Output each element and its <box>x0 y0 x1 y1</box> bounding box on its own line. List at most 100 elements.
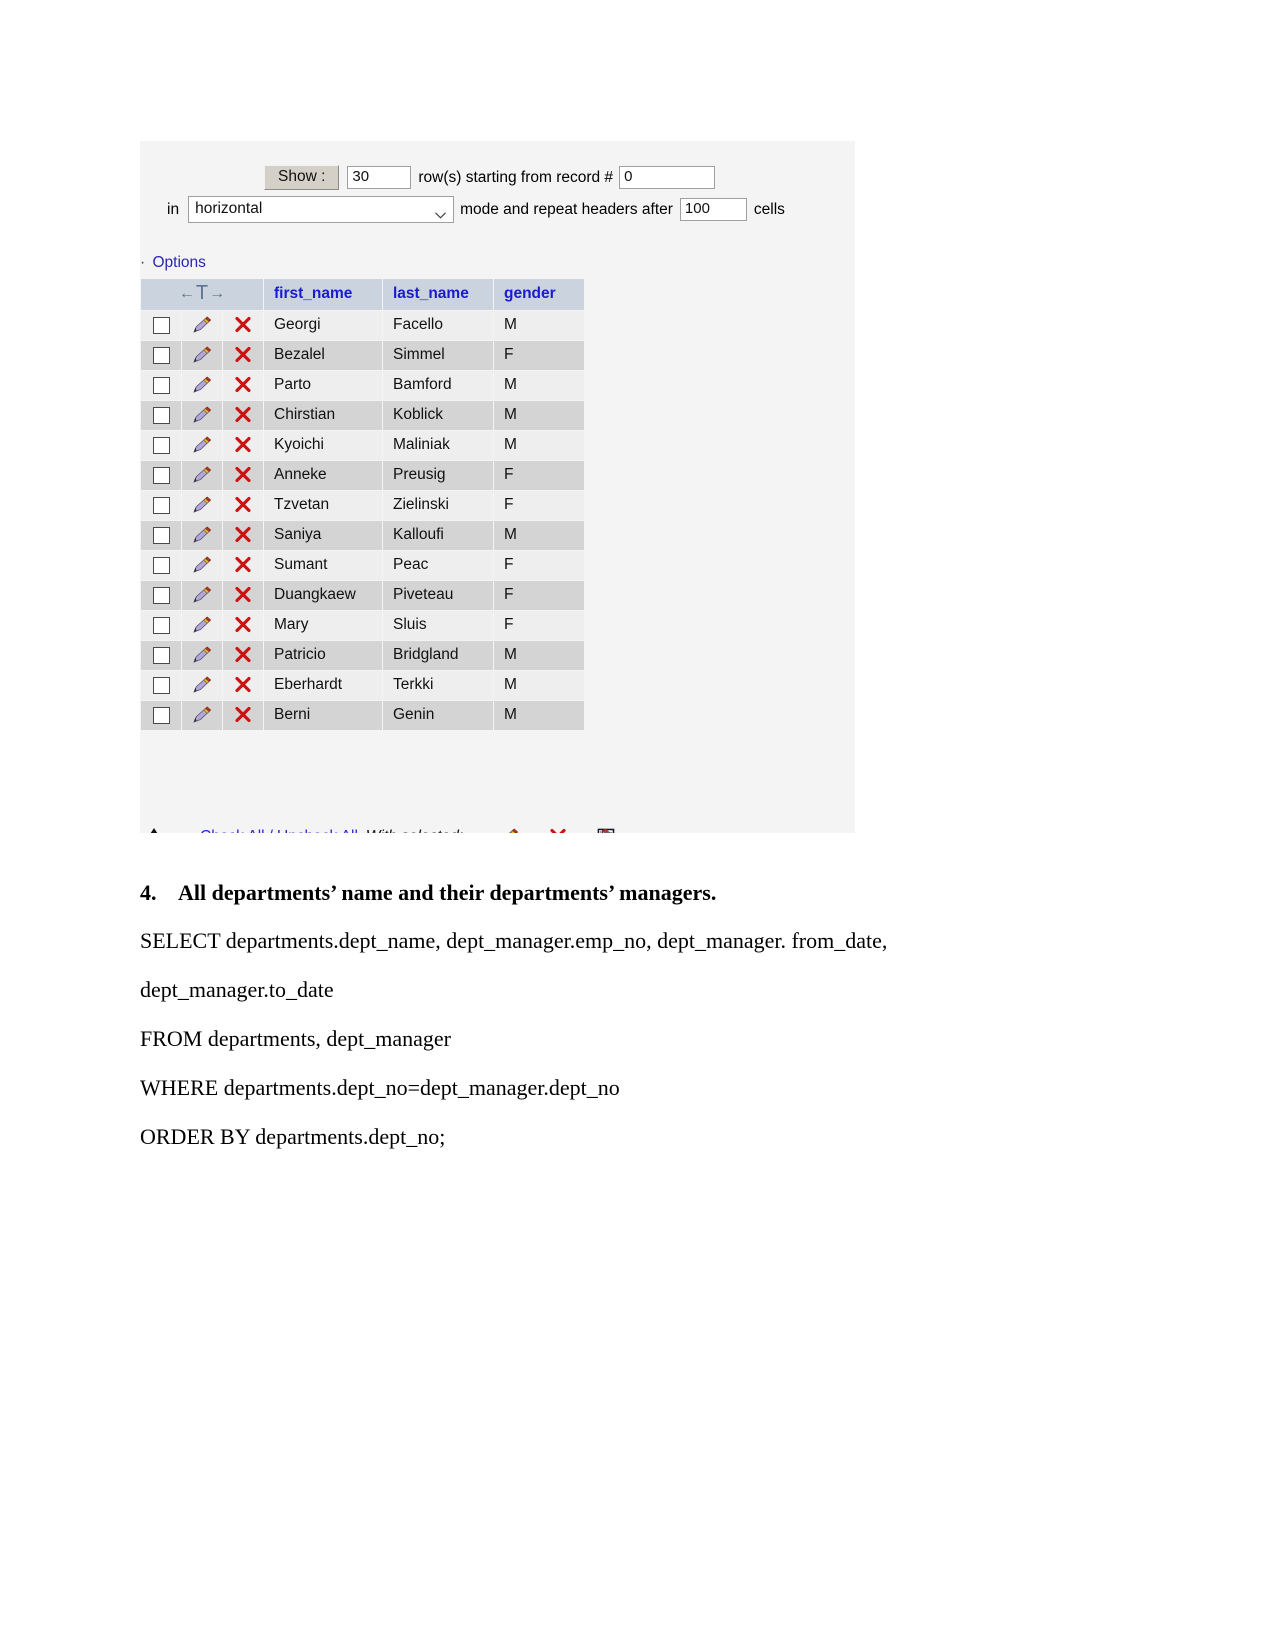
row-edit-cell[interactable] <box>182 341 222 370</box>
delete-row-icon[interactable] <box>234 586 252 604</box>
row-delete-cell[interactable] <box>223 461 263 490</box>
edit-row-icon[interactable] <box>192 466 212 484</box>
column-header-first-name[interactable]: first_name <box>264 279 382 310</box>
row-checkbox[interactable] <box>152 526 170 544</box>
display-mode-select[interactable]: horizontal <box>188 196 455 224</box>
row-checkbox[interactable] <box>152 406 170 424</box>
rows-count-input[interactable]: 30 <box>347 165 412 190</box>
row-edit-cell[interactable] <box>182 701 222 730</box>
row-delete-cell[interactable] <box>223 611 263 640</box>
row-checkbox[interactable] <box>152 646 170 664</box>
edit-row-icon[interactable] <box>192 436 212 454</box>
delete-row-icon[interactable] <box>234 406 252 424</box>
row-select-cell[interactable] <box>141 461 181 490</box>
edit-row-icon[interactable] <box>192 496 212 514</box>
uncheck-all-link[interactable]: Uncheck All <box>277 828 358 833</box>
row-checkbox[interactable] <box>152 586 170 604</box>
edit-row-icon[interactable] <box>192 346 212 364</box>
edit-row-icon[interactable] <box>192 646 212 664</box>
row-delete-cell[interactable] <box>223 641 263 670</box>
row-select-cell[interactable] <box>141 521 181 550</box>
row-delete-cell[interactable] <box>223 701 263 730</box>
row-edit-cell[interactable] <box>182 551 222 580</box>
row-checkbox[interactable] <box>152 676 170 694</box>
row-checkbox[interactable] <box>152 706 170 724</box>
row-edit-cell[interactable] <box>182 641 222 670</box>
row-checkbox[interactable] <box>152 316 170 334</box>
edit-row-icon[interactable] <box>192 706 212 724</box>
row-edit-cell[interactable] <box>182 581 222 610</box>
edit-row-icon[interactable] <box>192 406 212 424</box>
edit-row-icon[interactable] <box>192 586 212 604</box>
delete-row-icon[interactable] <box>234 706 252 724</box>
delete-row-icon[interactable] <box>234 496 252 514</box>
row-edit-cell[interactable] <box>182 671 222 700</box>
row-select-cell[interactable] <box>141 581 181 610</box>
row-edit-cell[interactable] <box>182 371 222 400</box>
row-edit-cell[interactable] <box>182 431 222 460</box>
row-edit-cell[interactable] <box>182 491 222 520</box>
edit-row-icon[interactable] <box>192 676 212 694</box>
export-selected-icon[interactable] <box>597 828 615 833</box>
row-edit-cell[interactable] <box>182 461 222 490</box>
row-delete-cell[interactable] <box>223 521 263 550</box>
edit-row-icon[interactable] <box>192 556 212 574</box>
show-button[interactable]: Show : <box>264 165 340 191</box>
delete-row-icon[interactable] <box>234 526 252 544</box>
check-all-link[interactable]: Check All <box>200 828 265 833</box>
row-select-cell[interactable] <box>141 491 181 520</box>
row-checkbox[interactable] <box>152 436 170 454</box>
row-select-cell[interactable] <box>141 371 181 400</box>
row-select-cell[interactable] <box>141 671 181 700</box>
column-header-gender[interactable]: gender <box>494 279 584 310</box>
row-checkbox[interactable] <box>152 376 170 394</box>
options-link[interactable]: Options <box>152 254 205 271</box>
edit-row-icon[interactable] <box>192 316 212 334</box>
delete-row-icon[interactable] <box>234 436 252 454</box>
delete-row-icon[interactable] <box>234 616 252 634</box>
column-header-last-name[interactable]: last_name <box>383 279 493 310</box>
row-select-cell[interactable] <box>141 611 181 640</box>
row-checkbox[interactable] <box>152 466 170 484</box>
row-delete-cell[interactable] <box>223 401 263 430</box>
edit-row-icon[interactable] <box>192 376 212 394</box>
row-edit-cell[interactable] <box>182 521 222 550</box>
row-delete-cell[interactable] <box>223 551 263 580</box>
row-delete-cell[interactable] <box>223 431 263 460</box>
row-delete-cell[interactable] <box>223 311 263 340</box>
row-checkbox[interactable] <box>152 556 170 574</box>
row-delete-cell[interactable] <box>223 671 263 700</box>
delete-row-icon[interactable] <box>234 466 252 484</box>
row-select-cell[interactable] <box>141 341 181 370</box>
arrow-up-icon[interactable] <box>146 826 186 833</box>
delete-row-icon[interactable] <box>234 376 252 394</box>
row-checkbox[interactable] <box>152 496 170 514</box>
row-select-cell[interactable] <box>141 311 181 340</box>
row-select-cell[interactable] <box>141 551 181 580</box>
delete-row-icon[interactable] <box>234 676 252 694</box>
row-checkbox[interactable] <box>152 616 170 634</box>
delete-row-icon[interactable] <box>234 346 252 364</box>
row-select-cell[interactable] <box>141 641 181 670</box>
arrow-left-icon[interactable]: ← <box>179 286 195 302</box>
start-record-input[interactable]: 0 <box>619 165 716 190</box>
delete-selected-icon[interactable] <box>549 828 567 833</box>
repeat-headers-input[interactable]: 100 <box>679 197 747 222</box>
delete-row-icon[interactable] <box>234 646 252 664</box>
row-select-cell[interactable] <box>141 431 181 460</box>
row-select-cell[interactable] <box>141 401 181 430</box>
row-delete-cell[interactable] <box>223 371 263 400</box>
row-checkbox[interactable] <box>152 346 170 364</box>
row-edit-cell[interactable] <box>182 401 222 430</box>
delete-row-icon[interactable] <box>234 556 252 574</box>
row-delete-cell[interactable] <box>223 581 263 610</box>
edit-row-icon[interactable] <box>192 616 212 634</box>
row-edit-cell[interactable] <box>182 311 222 340</box>
row-select-cell[interactable] <box>141 701 181 730</box>
edit-row-icon[interactable] <box>192 526 212 544</box>
delete-row-icon[interactable] <box>234 316 252 334</box>
row-delete-cell[interactable] <box>223 491 263 520</box>
row-delete-cell[interactable] <box>223 341 263 370</box>
arrow-right-icon[interactable]: → <box>209 286 225 302</box>
edit-selected-icon[interactable] <box>499 828 519 833</box>
